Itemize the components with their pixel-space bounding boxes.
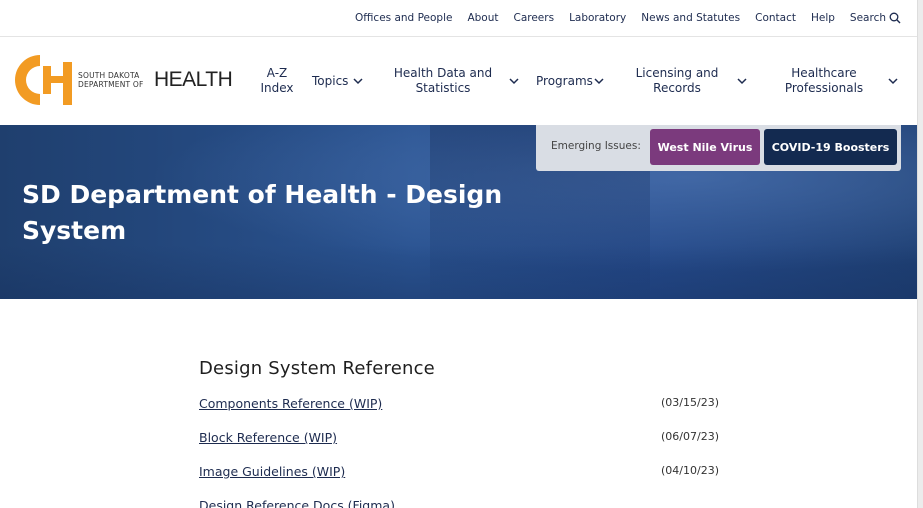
emerging-issues-label: Emerging Issues: (551, 140, 641, 152)
components-reference-link[interactable]: Components Reference (WIP) (199, 396, 382, 411)
logo-state-text: SOUTH DAKOTA DEPARTMENT OF (78, 71, 144, 89)
utility-link-laboratory[interactable]: Laboratory (569, 12, 626, 24)
list-item: Block Reference (WIP) (06/07/23) (199, 430, 719, 450)
chevron-down-icon[interactable] (593, 75, 605, 87)
utility-link-help[interactable]: Help (811, 12, 835, 24)
design-reference-docs-link[interactable]: Design Reference Docs (Figma) (199, 498, 395, 508)
west-nile-virus-button[interactable]: West Nile Virus (650, 129, 760, 165)
covid-boosters-button[interactable]: COVID-19 Boosters (764, 129, 897, 165)
search-icon (889, 12, 901, 24)
utility-link-offices[interactable]: Offices and People (355, 12, 452, 24)
item-date: (04/10/23) (661, 464, 719, 477)
utility-bar: Offices and People About Careers Laborat… (0, 0, 917, 37)
utility-link-contact[interactable]: Contact (755, 12, 796, 24)
nav-health-data[interactable]: Health Data and Statistics (392, 37, 494, 125)
list-item: Image Guidelines (WIP) (04/10/23) (199, 464, 719, 484)
search-link[interactable]: Search (850, 12, 901, 24)
hero-background-fade (0, 245, 917, 299)
nav-programs[interactable]: Programs (536, 37, 593, 125)
list-item: Components Reference (WIP) (03/15/23) (199, 396, 719, 416)
main-content: Design System Reference Components Refer… (199, 358, 719, 508)
list-item: Design Reference Docs (Figma) (199, 498, 719, 508)
utility-link-news[interactable]: News and Statutes (641, 12, 740, 24)
main-header: SOUTH DAKOTA DEPARTMENT OF HEALTH A-Z Ind… (0, 37, 917, 125)
page-scrollbar[interactable] (917, 0, 923, 508)
nav-healthcare-professionals[interactable]: Healthcare Professionals (780, 37, 868, 125)
item-date: (03/15/23) (661, 396, 719, 409)
block-reference-link[interactable]: Block Reference (WIP) (199, 430, 337, 445)
health-logo-mark (15, 55, 72, 105)
chevron-down-icon[interactable] (736, 75, 748, 87)
chevron-down-icon[interactable] (352, 75, 364, 87)
emerging-issues-bar: Emerging Issues: West Nile Virus COVID-1… (536, 125, 901, 171)
utility-link-careers[interactable]: Careers (514, 12, 555, 24)
logo-health-wordmark: HEALTH (154, 68, 233, 91)
utility-nav: Offices and People About Careers Laborat… (355, 12, 901, 24)
nav-az-index[interactable]: A-Z Index (258, 37, 296, 125)
utility-link-about[interactable]: About (467, 12, 498, 24)
search-label: Search (849, 12, 886, 24)
item-date: (06/07/23) (661, 430, 719, 443)
chevron-down-icon[interactable] (887, 75, 899, 87)
nav-topics[interactable]: Topics (312, 37, 348, 125)
sd-health-logo[interactable]: SOUTH DAKOTA DEPARTMENT OF HEALTH (14, 54, 233, 106)
chevron-down-icon[interactable] (508, 75, 520, 87)
nav-licensing[interactable]: Licensing and Records (633, 37, 721, 125)
image-guidelines-link[interactable]: Image Guidelines (WIP) (199, 464, 345, 479)
section-heading: Design System Reference (199, 358, 435, 379)
page-title: SD Department of Health - Design System (22, 180, 503, 245)
